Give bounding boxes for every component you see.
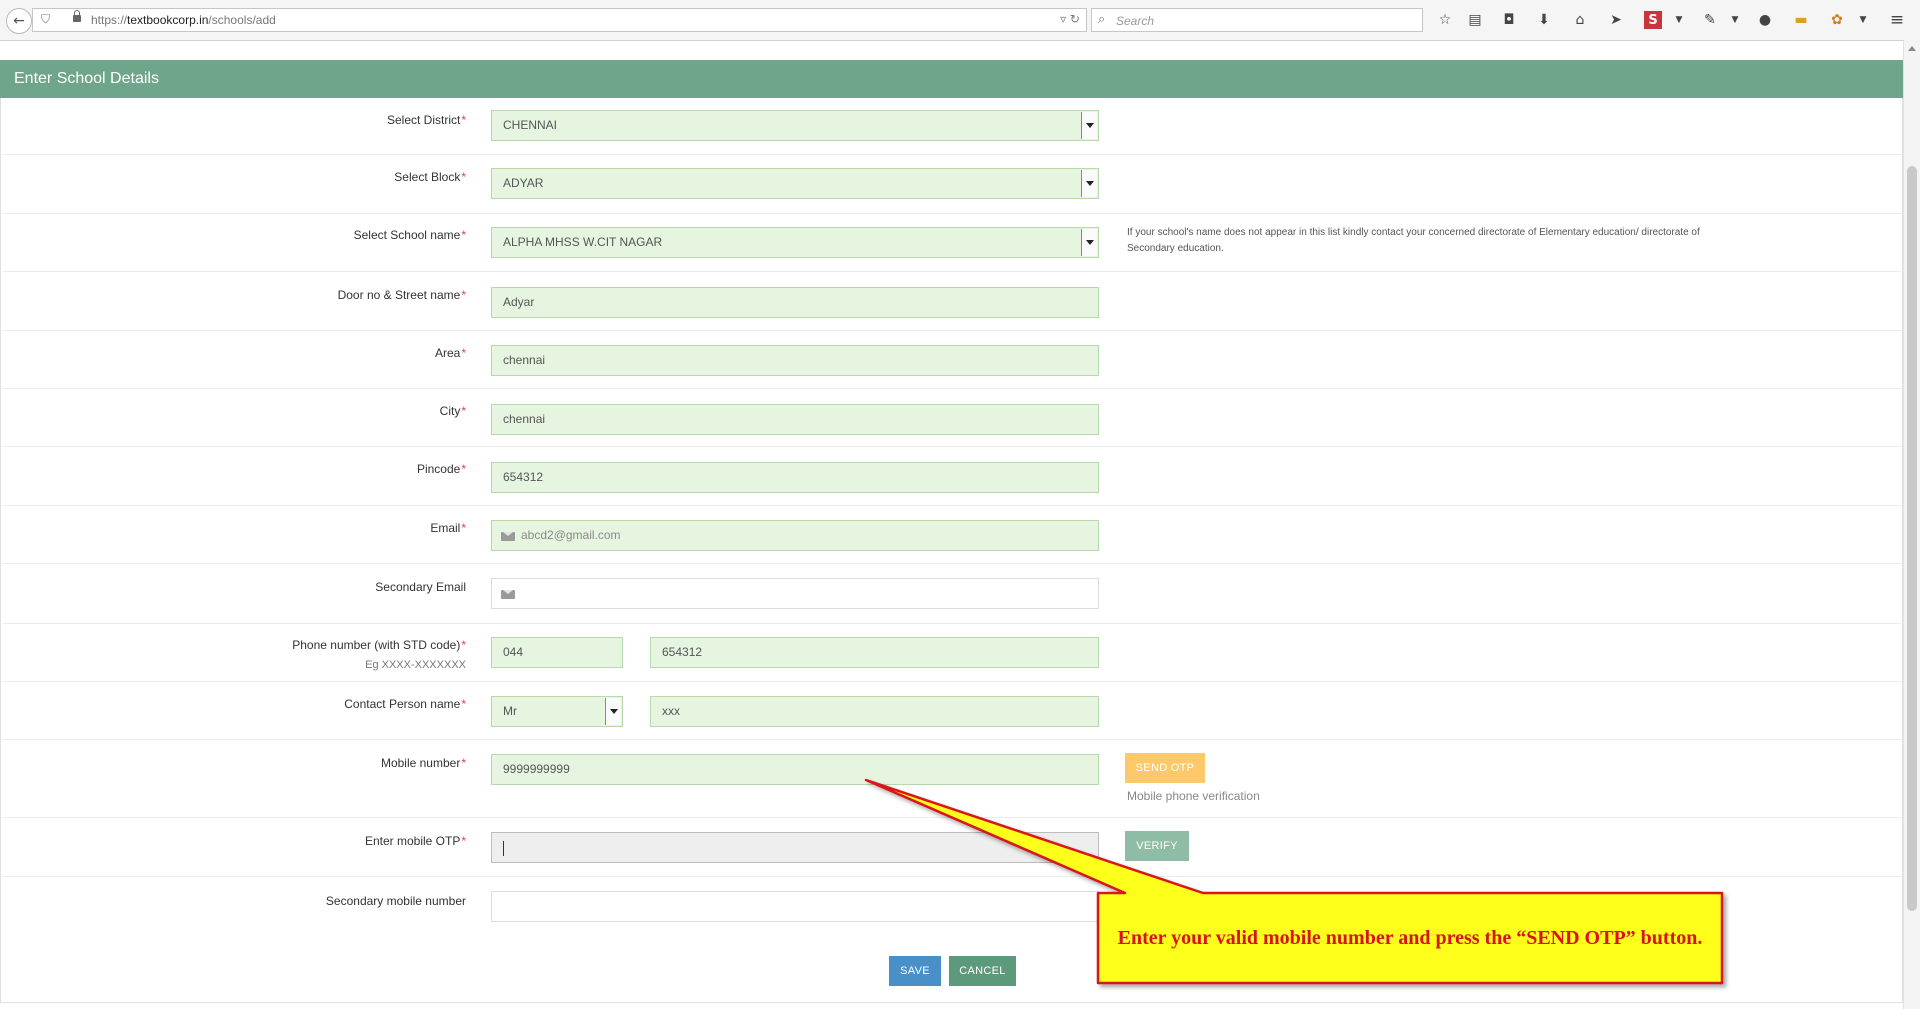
page-scrollbar[interactable] xyxy=(1903,40,1920,1009)
callout-bubble xyxy=(864,778,1724,985)
scroll-up-icon[interactable] xyxy=(1908,46,1916,51)
callout-text: Enter your valid mobile number and press… xyxy=(1117,926,1703,949)
scroll-thumb[interactable] xyxy=(1907,166,1917,911)
